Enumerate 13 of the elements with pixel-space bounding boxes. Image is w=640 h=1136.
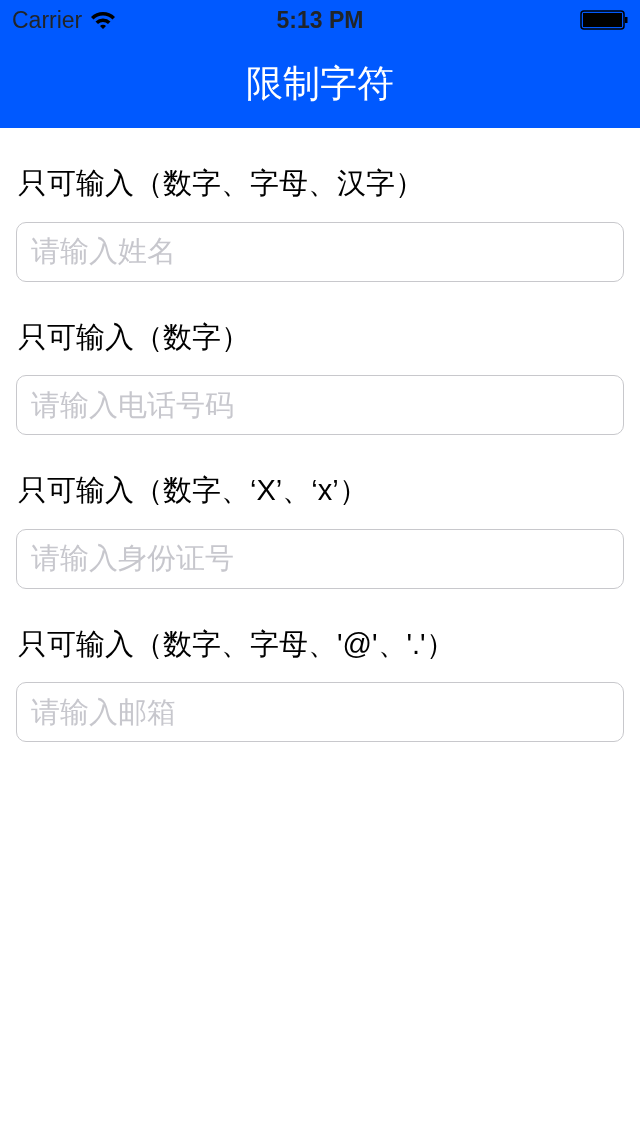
field-label: 只可输入（数字、字母、汉字） bbox=[18, 166, 425, 201]
wifi-icon bbox=[90, 10, 117, 30]
time-label: 5:13 PM bbox=[276, 5, 364, 35]
carrier-label: Carrier bbox=[12, 5, 83, 35]
battery-icon bbox=[580, 10, 628, 30]
screen-title: 限制字符 bbox=[245, 62, 395, 106]
input-field[interactable]: 请输入身份证号 bbox=[16, 528, 624, 589]
field-label: 只可输入（数字、‘X’、‘x’） bbox=[18, 473, 369, 508]
input-field[interactable]: 请输入电话号码 bbox=[16, 375, 624, 435]
field-label: 只可输入（数字） bbox=[18, 319, 251, 355]
input-field[interactable]: 请输入邮箱 bbox=[16, 682, 624, 742]
input-field[interactable]: 请输入姓名 bbox=[16, 221, 624, 282]
field-label: 只可输入（数字、字母、'@'、'.'） bbox=[18, 626, 456, 662]
